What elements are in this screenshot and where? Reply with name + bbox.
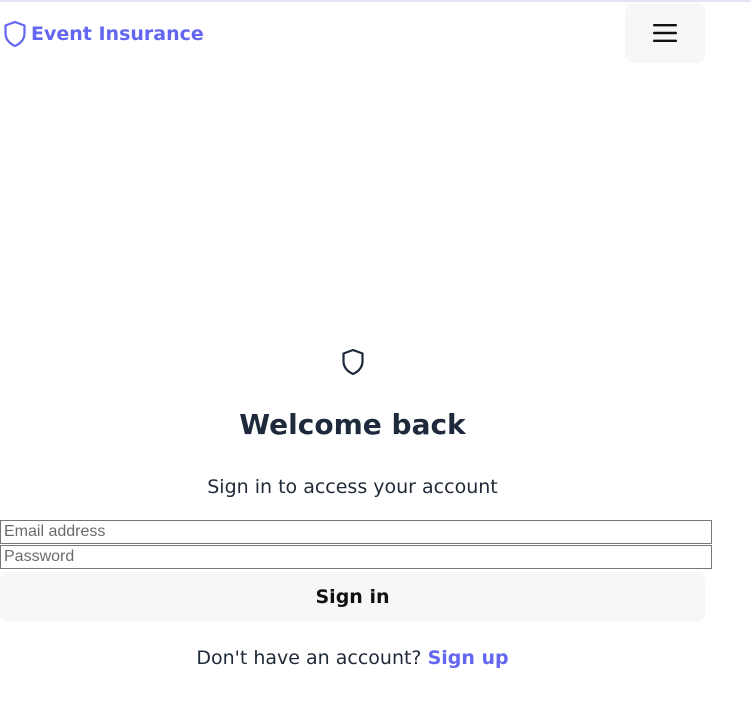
top-border [0,0,751,2]
login-page: Event Insurance Welcome back Sign in to … [0,0,751,710]
password-field[interactable] [0,545,712,569]
signup-prompt-line: Don't have an account? Sign up [0,645,705,671]
menu-button[interactable] [625,3,705,63]
brand-name: Event Insurance [31,23,204,45]
signup-prompt: Don't have an account? [196,647,422,669]
sign-up-link[interactable]: Sign up [428,647,509,669]
shield-icon [3,20,27,48]
page-subtitle: Sign in to access your account [207,476,498,498]
sign-in-button[interactable]: Sign in [0,572,705,622]
email-field[interactable] [0,520,712,544]
brand-link[interactable]: Event Insurance [3,20,204,48]
shield-icon [341,348,365,376]
hamburger-menu-icon [653,23,677,43]
page-title: Welcome back [239,408,466,441]
